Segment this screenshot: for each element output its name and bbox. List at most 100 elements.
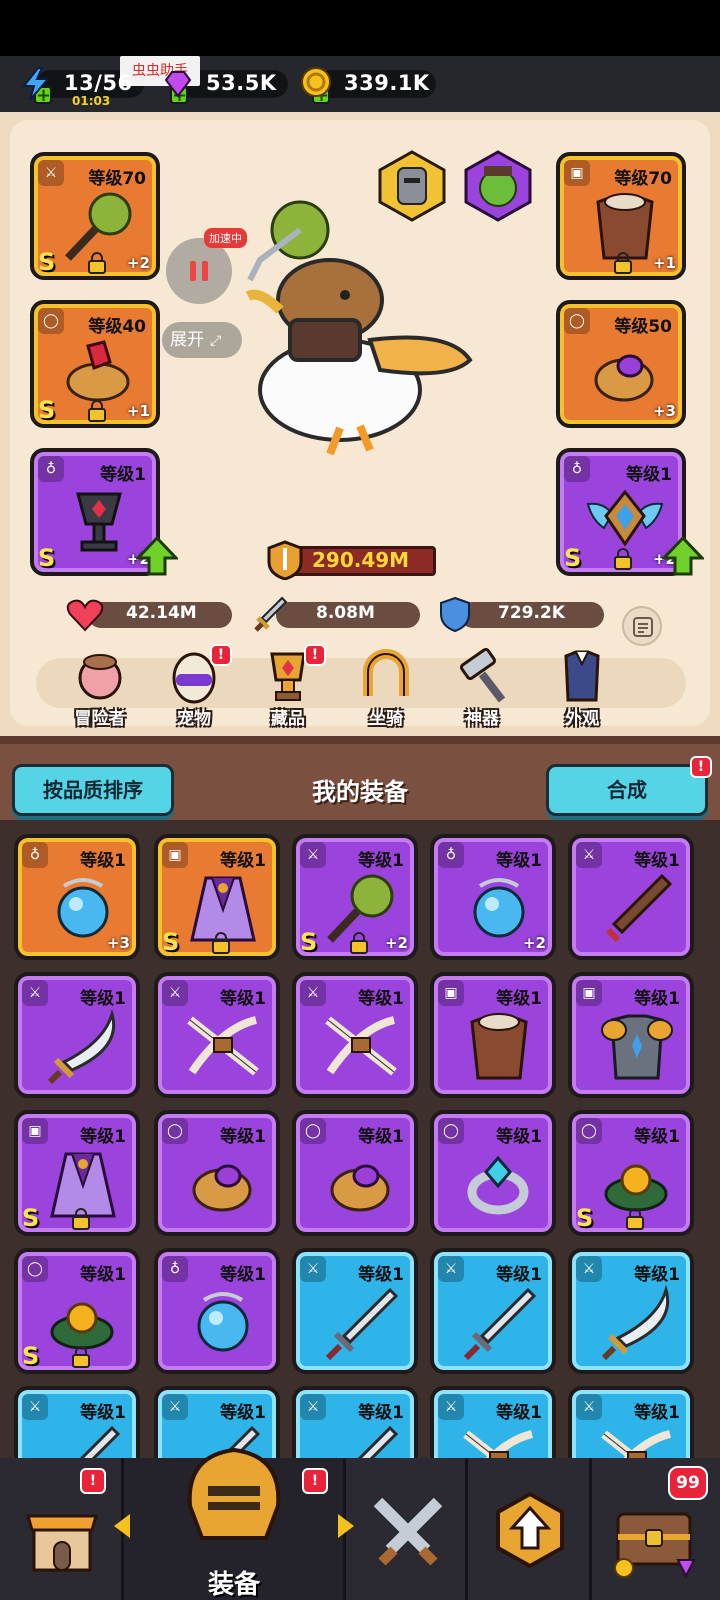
ring-right-slot[interactable]: ◯ 等级50 +3 [556,300,686,428]
menu-item-horseshoe[interactable]: 坐骑 [346,646,426,729]
equipment-item[interactable]: ⚔ 等级1 [568,1386,694,1460]
item-type-icon: ⚔ [22,980,48,1006]
equipment-item[interactable]: ♁ 等级1 +3 [14,834,140,960]
heart-icon [66,599,104,632]
item-type-icon: ▣ [22,1118,48,1144]
nav-next-arrow-icon[interactable] [336,1512,356,1540]
upgrade-arrow-icon[interactable] [136,536,178,576]
menu-item-label: 藏品 [271,709,305,729]
item-level: 等级1 [358,1265,404,1285]
treasure-chest-icon [614,1512,696,1579]
nav-prev-arrow-icon[interactable] [112,1512,132,1540]
armor-type-icon: ▣ [564,160,590,186]
defense-stat: 729.2K [438,596,604,632]
item-level: 等级1 [220,989,266,1009]
energy-counter[interactable]: + 13/56 [18,66,144,105]
equipment-item[interactable]: ♁ 等级1 [154,1248,280,1374]
resource-bar: + 13/56 01:03 + 53.5K + 339.1K [0,56,720,112]
shop-alert-badge: ! [80,1468,106,1494]
item-level: 等级1 [634,989,680,1009]
item-level: 等级1 [496,851,542,871]
equipment-item[interactable]: ⚔ 等级1 [292,1248,418,1374]
pause-button[interactable]: 加速中 [166,228,247,304]
item-type-icon: ⚔ [576,1256,602,1282]
lightning-icon [21,67,51,101]
details-icon [633,617,653,637]
item-type-icon: ⚔ [438,1394,464,1420]
equipment-item[interactable]: ⚔ 等级1 [430,1386,556,1460]
item-plus: +3 [106,934,130,952]
scimitar-icon [601,1284,670,1360]
weapon-slot[interactable]: ⚔ 等级70 S +2 [30,152,160,280]
equipment-item[interactable]: ⚔ 等级1 S +2 [292,834,418,960]
equipment-item[interactable]: ⚔ 等级1 [568,834,694,960]
gem-counter[interactable]: + 53.5K [160,66,288,105]
item-type-icon: ⚔ [162,980,188,1006]
hp-value: 42.14M [126,603,197,623]
gold-counter[interactable]: + 339.1K [298,66,436,105]
equipment-item[interactable]: ♁ 等级1 +2 [430,834,556,960]
item-type-icon: ▣ [162,842,188,868]
amethyst-ring-icon [192,1164,252,1212]
equipment-item[interactable]: ◯ 等级1 [430,1110,556,1236]
lock-icon [614,548,632,570]
equipment-item[interactable]: ▣ 等级1 S [14,1110,140,1236]
item-type-icon: ◯ [438,1118,464,1144]
menu-item-label: 外观 [565,709,599,729]
equipment-grid: ♁ 等级1 +3 ▣ 等级1 S ⚔ 等级1 S +2 ♁ 等级1 +2 ⚔ 等级1 ⚔ 等级1 ⚔ 等级1 ⚔ 等级1… [0,820,720,1460]
menu-item-hammer[interactable]: 神器 [442,646,522,729]
slot-level: 等级1 [100,465,146,485]
menu-item-outfit[interactable]: 外观 [542,646,622,729]
shield-icon [440,596,470,632]
merge-button[interactable]: 合成 [546,764,708,816]
slot-level: 等级40 [88,317,146,337]
equipment-item[interactable]: ⚔ 等级1 [430,1248,556,1374]
stats-detail-button[interactable] [622,606,662,646]
equipment-item[interactable]: ⚔ 等级1 [14,1386,140,1460]
equipment-item[interactable]: ⚔ 等级1 [568,1248,694,1374]
item-level: 等级1 [220,851,266,871]
lock-icon [350,932,368,954]
slot-plus: +1 [126,402,150,420]
nav-equipment-label: 装备 [207,1570,260,1600]
item-plus: +2 [522,934,546,952]
item-type-icon: ♁ [438,842,464,868]
item-level: 等级1 [634,1265,680,1285]
expand-button[interactable]: 展开 ⤢ [162,322,242,358]
helmet-icon [187,1447,281,1540]
ring-left-slot[interactable]: ◯ 等级40 S +1 [30,300,160,428]
equipment-item[interactable]: ⚔ 等级1 [14,972,140,1098]
equipment-item[interactable]: ▣ 等级1 [568,972,694,1098]
item-level: 等级1 [496,1265,542,1285]
equipment-item[interactable]: ◯ 等级1 S [14,1248,140,1374]
power-value: 290.49M [312,548,410,572]
grade-s-label: S [22,1342,40,1370]
equipment-item[interactable]: ◯ 等级1 [292,1110,418,1236]
item-type-icon: ⚔ [162,1394,188,1420]
nav-battle[interactable] [346,1458,468,1600]
equipment-item[interactable]: ◯ 等级1 S [568,1110,694,1236]
nav-upgrade[interactable] [468,1458,592,1600]
grade-s-label: S [300,928,318,956]
outfit-icon [564,650,600,702]
sort-by-quality-button[interactable]: 按品质排序 [12,764,174,816]
equipment-item[interactable]: ⚔ 等级1 [292,1386,418,1460]
scimitar-icon [47,1008,116,1084]
equipment-item[interactable]: ⚔ 等级1 [154,972,280,1098]
armor-slot[interactable]: ▣ 等级70 +1 [556,152,686,280]
grade-s-label: S [564,544,582,572]
merge-label: 合成 [607,778,647,802]
equipment-item[interactable]: ◯ 等级1 [154,1110,280,1236]
slot-level: 等级70 [614,169,672,189]
upgrade-arrow-icon[interactable] [662,536,704,576]
equipment-item[interactable]: ▣ 等级1 S [154,834,280,960]
equipment-item[interactable]: ▣ 等级1 [430,972,556,1098]
equipment-item[interactable]: ⚔ 等级1 [292,972,418,1098]
item-type-icon: ♁ [162,1256,188,1282]
horseshoe-icon [363,649,409,696]
item-level: 等级1 [80,851,126,871]
menu-item-adventurer[interactable]: 冒险者 [60,646,140,729]
item-level: 等级1 [220,1265,266,1285]
menu-alert-badge: ! [304,644,326,666]
hp-stat: 42.14M [66,599,232,632]
